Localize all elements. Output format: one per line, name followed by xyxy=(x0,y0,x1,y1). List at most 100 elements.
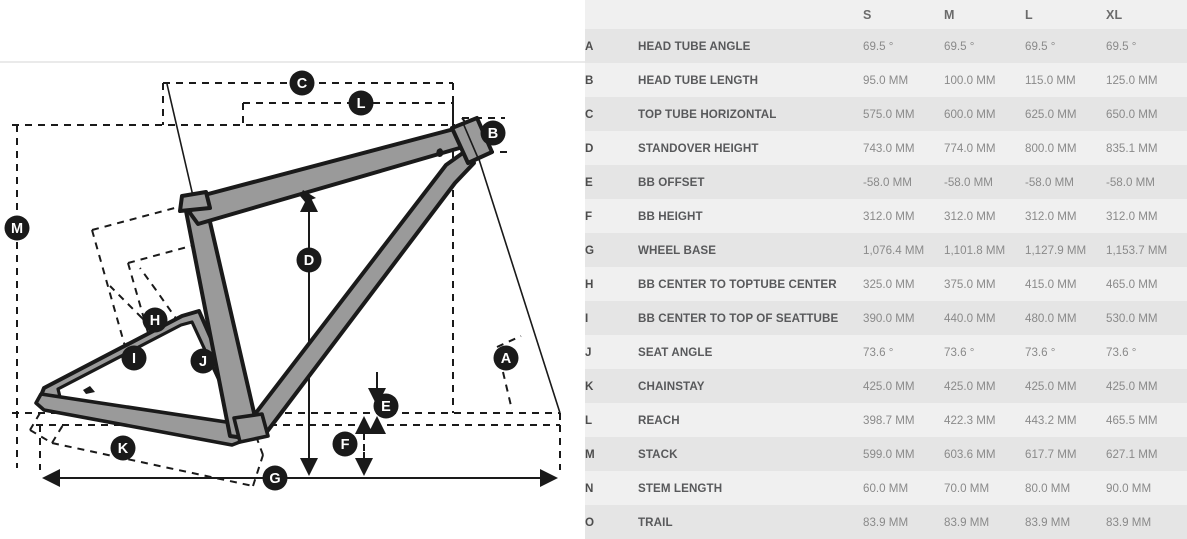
callout-label: A xyxy=(501,351,512,367)
row-value-m: 375.0 MM xyxy=(944,267,1025,301)
row-value-s: 312.0 MM xyxy=(863,199,944,233)
callout-a: A xyxy=(493,345,519,371)
row-label: BB OFFSET xyxy=(638,165,863,199)
row-value-l: 617.7 MM xyxy=(1025,437,1106,471)
geometry-table-pane: S M L XL A HEAD TUBE ANGLE 69.5 ° 69.5 ° 69.… xyxy=(585,0,1187,539)
row-key: H xyxy=(585,267,638,301)
row-value-s: 743.0 MM xyxy=(863,131,944,165)
callout-label: M xyxy=(11,221,23,237)
table-row: L REACH 398.7 MM 422.3 MM 443.2 MM 465.5 MM xyxy=(585,403,1187,437)
row-value-xl: 425.0 MM xyxy=(1106,369,1187,403)
row-value-m: 100.0 MM xyxy=(944,63,1025,97)
row-value-m: 1,101.8 MM xyxy=(944,233,1025,267)
row-label: TOP TUBE HORIZONTAL xyxy=(638,97,863,131)
callout-label: C xyxy=(297,76,308,92)
row-value-l: 115.0 MM xyxy=(1025,63,1106,97)
row-value-m: 422.3 MM xyxy=(944,403,1025,437)
geometry-spec-sheet: ABCDEFGHIJKLM S M L XL A HEAD TUBE ANGLE 6… xyxy=(0,0,1187,539)
row-value-m: 70.0 MM xyxy=(944,471,1025,505)
callout-label: L xyxy=(357,96,366,112)
row-value-xl: 627.1 MM xyxy=(1106,437,1187,471)
row-value-xl: 73.6 ° xyxy=(1106,335,1187,369)
row-value-l: 415.0 MM xyxy=(1025,267,1106,301)
callout-label: I xyxy=(132,351,136,367)
row-key: L xyxy=(585,403,638,437)
table-row: J SEAT ANGLE 73.6 ° 73.6 ° 73.6 ° 73.6 ° xyxy=(585,335,1187,369)
callout-j: J xyxy=(190,348,216,374)
row-value-s: 425.0 MM xyxy=(863,369,944,403)
row-value-l: 480.0 MM xyxy=(1025,301,1106,335)
row-value-l: 1,127.9 MM xyxy=(1025,233,1106,267)
seat-collar xyxy=(178,190,212,213)
row-key: M xyxy=(585,437,638,471)
row-key: F xyxy=(585,199,638,233)
callout-label: K xyxy=(118,441,129,457)
row-value-m: 69.5 ° xyxy=(944,29,1025,63)
row-value-s: 398.7 MM xyxy=(863,403,944,437)
row-label: WHEEL BASE xyxy=(638,233,863,267)
row-value-s: 1,076.4 MM xyxy=(863,233,944,267)
row-label: CHAINSTAY xyxy=(638,369,863,403)
row-key: N xyxy=(585,471,638,505)
row-value-s: 60.0 MM xyxy=(863,471,944,505)
row-value-xl: 125.0 MM xyxy=(1106,63,1187,97)
row-value-m: 425.0 MM xyxy=(944,369,1025,403)
row-label: BB CENTER TO TOPTUBE CENTER xyxy=(638,267,863,301)
callout-c: C xyxy=(289,70,315,96)
row-value-s: 575.0 MM xyxy=(863,97,944,131)
table-row: G WHEEL BASE 1,076.4 MM 1,101.8 MM 1,127.9 M… xyxy=(585,233,1187,267)
column-header-name xyxy=(638,0,863,29)
row-value-xl: 83.9 MM xyxy=(1106,505,1187,539)
row-value-l: -58.0 MM xyxy=(1025,165,1106,199)
row-label: HEAD TUBE ANGLE xyxy=(638,29,863,63)
table-row: K CHAINSTAY 425.0 MM 425.0 MM 425.0 MM 425.0 … xyxy=(585,369,1187,403)
table-row: I BB CENTER TO TOP OF SEATTUBE 390.0 MM 440… xyxy=(585,301,1187,335)
callout-b: B xyxy=(480,120,506,146)
row-value-l: 800.0 MM xyxy=(1025,131,1106,165)
row-value-xl: 69.5 ° xyxy=(1106,29,1187,63)
row-value-xl: 1,153.7 MM xyxy=(1106,233,1187,267)
head-tube-angle-line xyxy=(468,127,561,414)
row-value-l: 425.0 MM xyxy=(1025,369,1106,403)
row-value-m: 603.6 MM xyxy=(944,437,1025,471)
row-label: TRAIL xyxy=(638,505,863,539)
row-value-xl: 835.1 MM xyxy=(1106,131,1187,165)
row-label: STEM LENGTH xyxy=(638,471,863,505)
row-value-m: 73.6 ° xyxy=(944,335,1025,369)
row-key: G xyxy=(585,233,638,267)
row-value-l: 69.5 ° xyxy=(1025,29,1106,63)
row-key: I xyxy=(585,301,638,335)
row-value-s: 73.6 ° xyxy=(863,335,944,369)
row-label: BB CENTER TO TOP OF SEATTUBE xyxy=(638,301,863,335)
callout-i: I xyxy=(121,345,147,371)
row-value-m: 600.0 MM xyxy=(944,97,1025,131)
column-header-size-l: L xyxy=(1025,0,1106,29)
callout-label: B xyxy=(488,126,498,142)
column-header-size-s: S xyxy=(863,0,944,29)
row-label: STACK xyxy=(638,437,863,471)
row-value-s: 69.5 ° xyxy=(863,29,944,63)
row-value-xl: -58.0 MM xyxy=(1106,165,1187,199)
row-key: B xyxy=(585,63,638,97)
callout-f: F xyxy=(332,431,358,457)
row-key: D xyxy=(585,131,638,165)
bottom-bracket-shell xyxy=(232,412,270,444)
row-value-xl: 465.0 MM xyxy=(1106,267,1187,301)
table-row: E BB OFFSET -58.0 MM -58.0 MM -58.0 MM -58.0 … xyxy=(585,165,1187,199)
table-header: S M L XL xyxy=(585,0,1187,29)
row-value-l: 83.9 MM xyxy=(1025,505,1106,539)
row-key: E xyxy=(585,165,638,199)
table-row: A HEAD TUBE ANGLE 69.5 ° 69.5 ° 69.5 ° 69.5 ° xyxy=(585,29,1187,63)
callout-label: E xyxy=(381,399,391,415)
row-value-m: 440.0 MM xyxy=(944,301,1025,335)
callout-label: J xyxy=(199,354,207,370)
row-label: HEAD TUBE LENGTH xyxy=(638,63,863,97)
row-value-s: 599.0 MM xyxy=(863,437,944,471)
callout-g: G xyxy=(262,465,288,491)
row-key: A xyxy=(585,29,638,63)
row-value-xl: 650.0 MM xyxy=(1106,97,1187,131)
row-value-l: 312.0 MM xyxy=(1025,199,1106,233)
column-header-size-m: M xyxy=(944,0,1025,29)
row-value-s: 83.9 MM xyxy=(863,505,944,539)
callout-d: D xyxy=(296,247,322,273)
